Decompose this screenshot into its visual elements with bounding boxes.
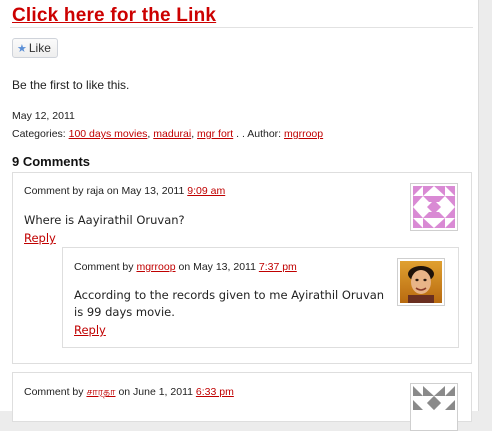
comment-time-link[interactable]: 9:09 am — [187, 185, 225, 197]
post-date: May 12, 2011 — [12, 110, 75, 122]
comment-by-label: Comment by — [74, 261, 134, 273]
title-divider — [10, 27, 473, 28]
comment-text: Where is Aayirathil Oruvan? — [24, 213, 185, 227]
identicon-icon — [413, 386, 455, 428]
like-button[interactable]: ★ Like — [12, 38, 58, 58]
comment-author: raja — [86, 185, 104, 197]
comment: Comment by சாரதா on June 1, 2011 6:33 pm — [12, 372, 472, 431]
comment-date: on May 13, 2011 — [106, 185, 185, 197]
comment-meta: Comment by mgrroop on May 13, 2011 7:37 … — [74, 261, 297, 273]
author-label: . . Author: — [236, 128, 282, 140]
comment-date: on June 1, 2011 — [118, 386, 193, 398]
comment-by-label: Comment by — [24, 386, 84, 398]
comment-by-label: Comment by — [24, 185, 84, 197]
comments-heading: 9 Comments — [12, 154, 91, 169]
star-icon: ★ — [17, 42, 27, 55]
post-categories: Categories: 100 days movies, madurai, mg… — [12, 128, 324, 140]
comment-date: on May 13, 2011 — [178, 261, 256, 273]
category-link-madurai[interactable]: madurai — [153, 128, 191, 140]
user-avatar — [397, 258, 445, 306]
like-label: Like — [28, 41, 51, 55]
identicon-avatar — [410, 383, 458, 431]
nested-comment: Comment by mgrroop on May 13, 2011 7:37 … — [62, 247, 459, 348]
author-link[interactable]: mgrroop — [284, 128, 323, 140]
category-link-mgr-fort[interactable]: mgr fort — [197, 128, 233, 140]
portrait-icon — [400, 261, 442, 303]
post-page: Click here for the Link ★ Like Be the fi… — [0, 0, 479, 431]
categories-label: Categories: — [12, 128, 66, 140]
comment-time-link[interactable]: 6:33 pm — [196, 386, 234, 398]
comment-time-link[interactable]: 7:37 pm — [259, 261, 297, 273]
comment-author-link[interactable]: mgrroop — [136, 261, 175, 273]
post-title-link[interactable]: Click here for the Link — [12, 5, 216, 27]
comment-author-link[interactable]: சாரதா — [86, 386, 115, 398]
reply-link[interactable]: Reply — [74, 323, 106, 337]
comment-meta: Comment by raja on May 13, 2011 9:09 am — [24, 185, 225, 197]
first-like-text: Be the first to like this. — [12, 78, 130, 92]
identicon-icon — [413, 186, 455, 228]
comment-text: According to the records given to me Ayi… — [74, 288, 385, 319]
identicon-avatar — [410, 183, 458, 231]
category-link-100-days-movies[interactable]: 100 days movies — [69, 128, 148, 140]
comment-meta: Comment by சாரதா on June 1, 2011 6:33 pm — [24, 386, 234, 399]
reply-link[interactable]: Reply — [24, 231, 56, 245]
